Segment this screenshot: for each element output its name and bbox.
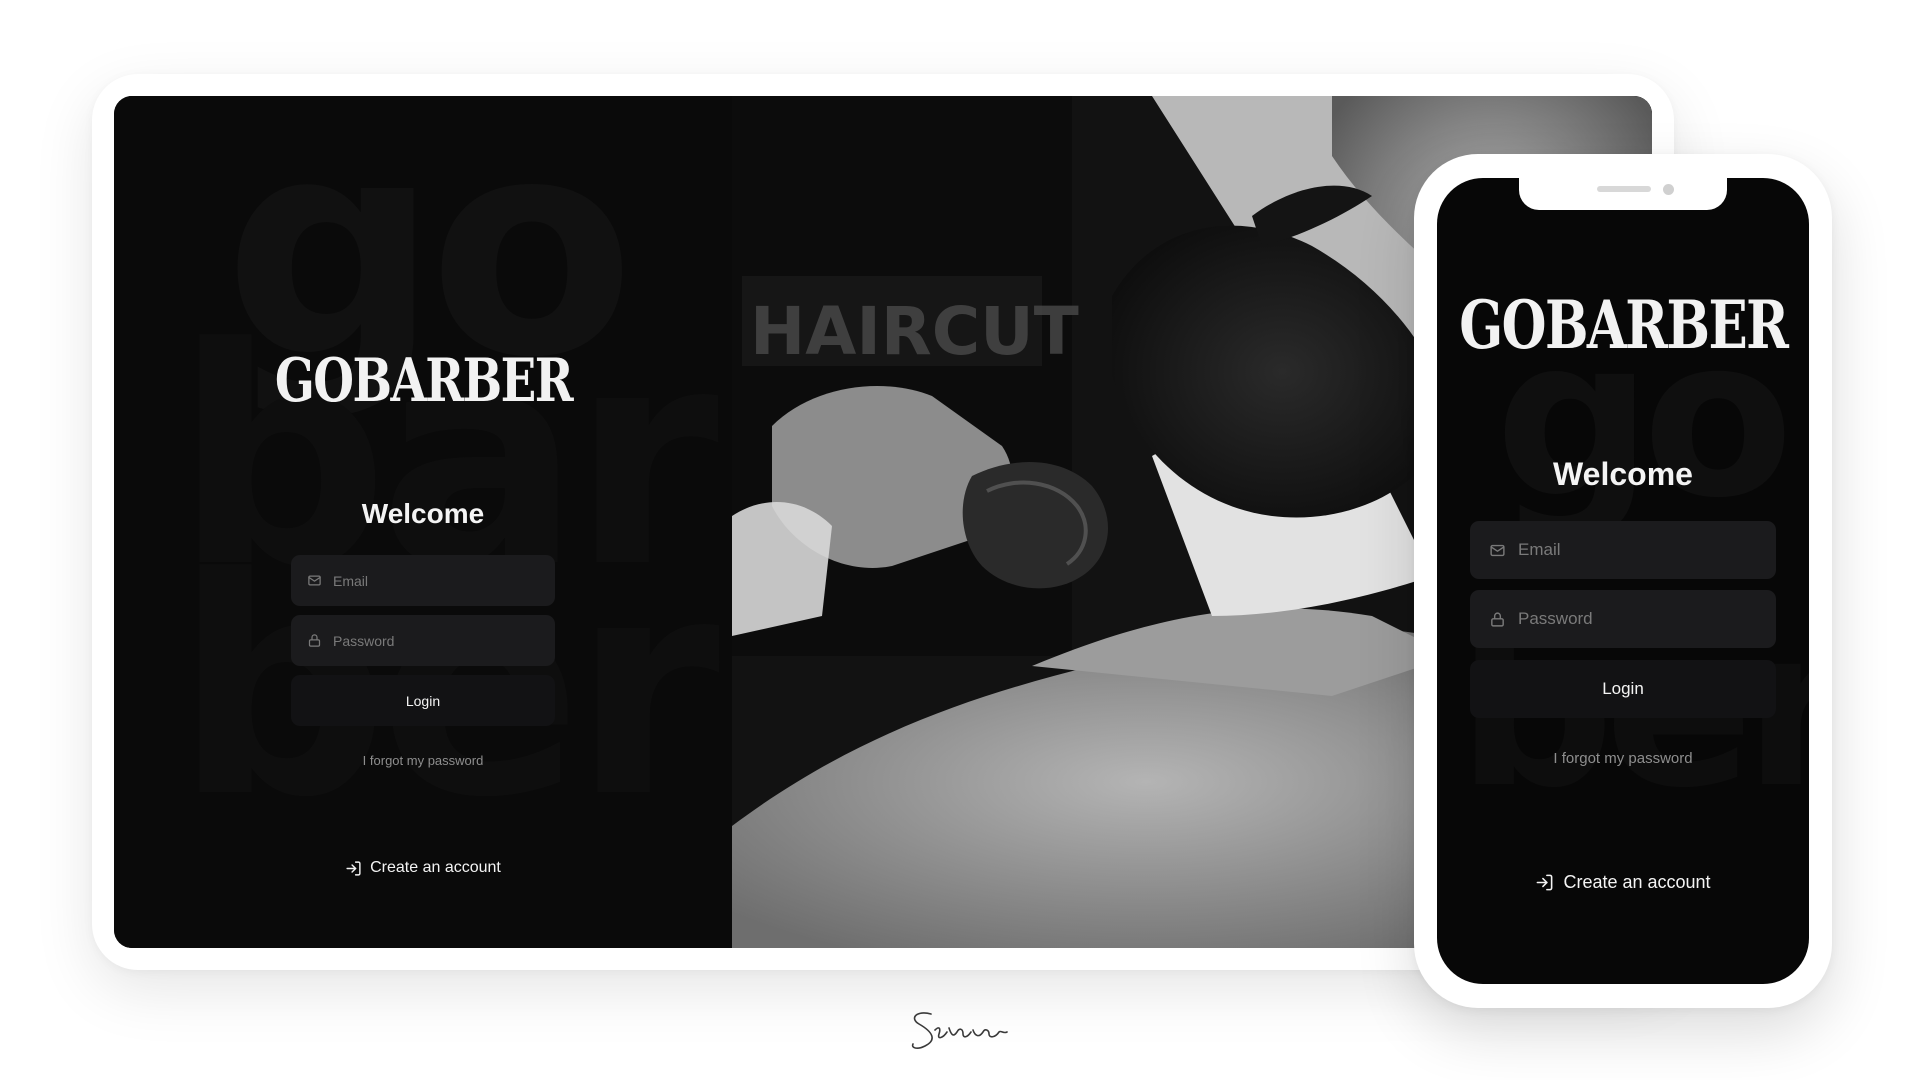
lock-icon [307,633,322,648]
login-button[interactable]: Login [1470,660,1776,718]
create-account-link[interactable]: Create an account [1437,872,1809,893]
author-signature [911,1012,1008,1049]
speaker-grille [1597,186,1651,192]
email-input[interactable] [331,571,555,590]
create-account-label: Create an account [370,859,501,876]
email-field[interactable] [291,555,555,606]
password-field[interactable] [1470,590,1776,648]
forgot-password-link[interactable]: I forgot my password [114,753,732,768]
phone-notch [1519,178,1727,210]
log-in-icon [1535,873,1554,892]
haircut-sign-text: HAIRCUT [750,293,1079,370]
camera-icon [1663,184,1674,195]
login-button[interactable]: Login [291,675,555,726]
logo-text: GOBARBER [1458,286,1789,364]
password-field[interactable] [291,615,555,666]
log-in-icon [345,860,362,877]
brand-logo: GOBARBER [264,346,582,416]
page-title: Welcome [1553,456,1693,492]
login-panel: go bar ber GOBARBER Welcome Login I forg… [114,96,732,948]
email-input[interactable] [1516,539,1776,561]
page-title: Welcome [361,498,485,529]
phone-screen: go ber GOBARBER Welcome Login I forgot m… [1437,178,1809,984]
password-input[interactable] [1516,608,1776,630]
create-account-link[interactable]: Create an account [114,859,732,877]
logo-text: GOBARBER [274,346,573,416]
forgot-password-link[interactable]: I forgot my password [1437,750,1809,767]
password-input[interactable] [331,631,555,650]
brand-logo: GOBARBER [1459,286,1789,364]
mail-icon [1489,542,1506,559]
email-field[interactable] [1470,521,1776,579]
lock-icon [1489,611,1506,628]
mail-icon [307,573,322,588]
create-account-label: Create an account [1563,872,1711,892]
